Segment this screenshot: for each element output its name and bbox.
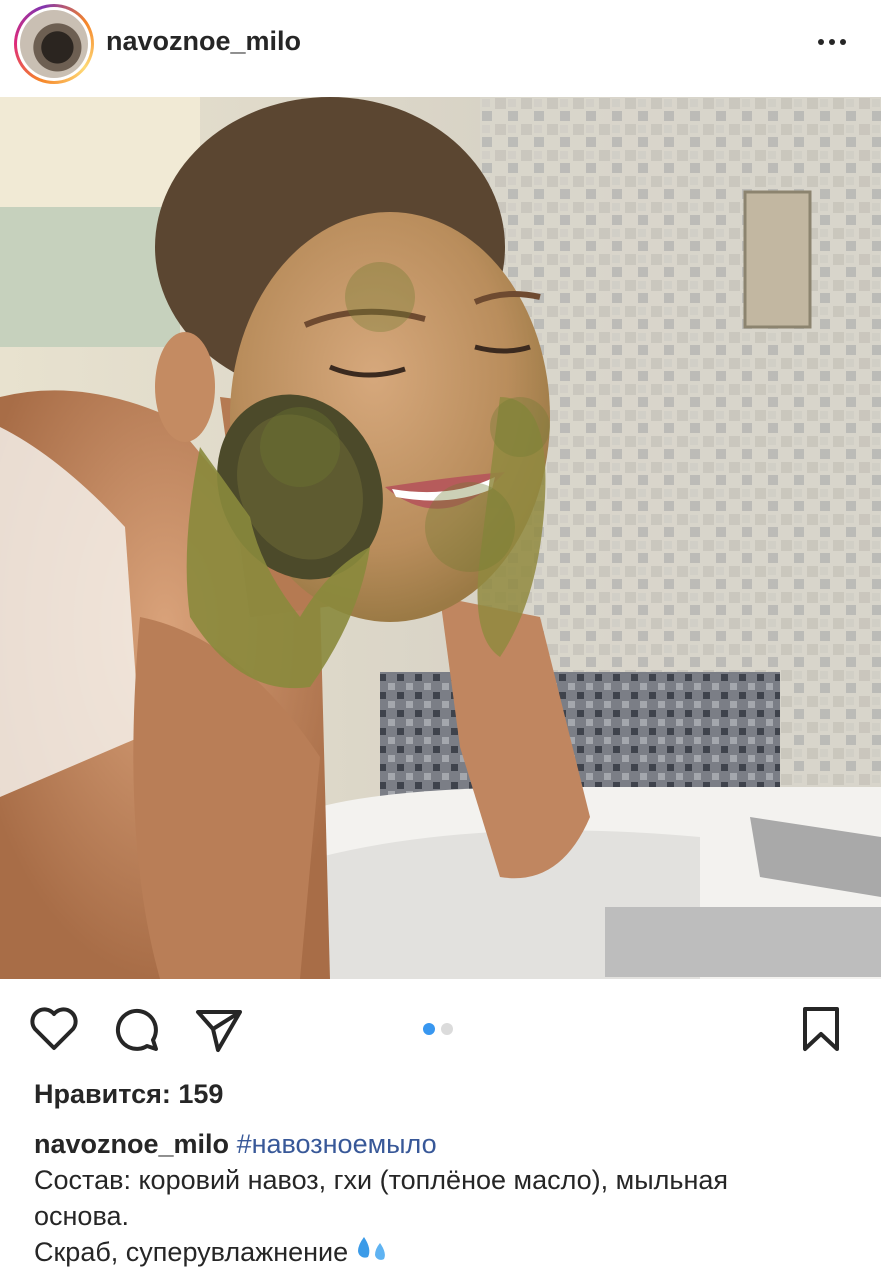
carousel-indicator — [423, 1023, 453, 1035]
heart-icon[interactable] — [29, 1005, 79, 1051]
post-image[interactable] — [0, 97, 881, 979]
caption-text-3: Скраб, суперувлажнение — [34, 1237, 349, 1267]
bookmark-icon[interactable] — [800, 1005, 842, 1053]
avatar[interactable] — [14, 4, 94, 84]
caption-line-3: Скраб, суперувлажнение — [34, 1234, 854, 1270]
post-header: navoznoe_milo — [0, 0, 881, 97]
comment-icon[interactable] — [112, 1005, 160, 1053]
photo-illustration — [0, 97, 881, 979]
likes-count[interactable]: Нравится: 159 — [34, 1079, 223, 1110]
carousel-dot-active — [423, 1023, 435, 1035]
avatar-image — [20, 10, 88, 78]
caption-text-1: Состав: коровий навоз, гхи (топлёное мас… — [34, 1165, 728, 1195]
carousel-dot — [441, 1023, 453, 1035]
avatar-border — [17, 7, 91, 81]
caption-line-1: navoznoe_milo #навозноемыло — [34, 1126, 854, 1162]
caption-username[interactable]: navoznoe_milo — [34, 1129, 229, 1159]
caption-hashtag[interactable]: #навозноемыло — [237, 1129, 437, 1159]
post-username[interactable]: navoznoe_milo — [106, 26, 301, 57]
share-icon[interactable] — [194, 1007, 244, 1053]
more-options-icon[interactable] — [818, 36, 854, 48]
post-caption: navoznoe_milo #навозноемыло Состав: коро… — [34, 1126, 854, 1270]
caption-text-2: основа. — [34, 1201, 130, 1231]
sweat-droplets-icon — [358, 1237, 386, 1260]
